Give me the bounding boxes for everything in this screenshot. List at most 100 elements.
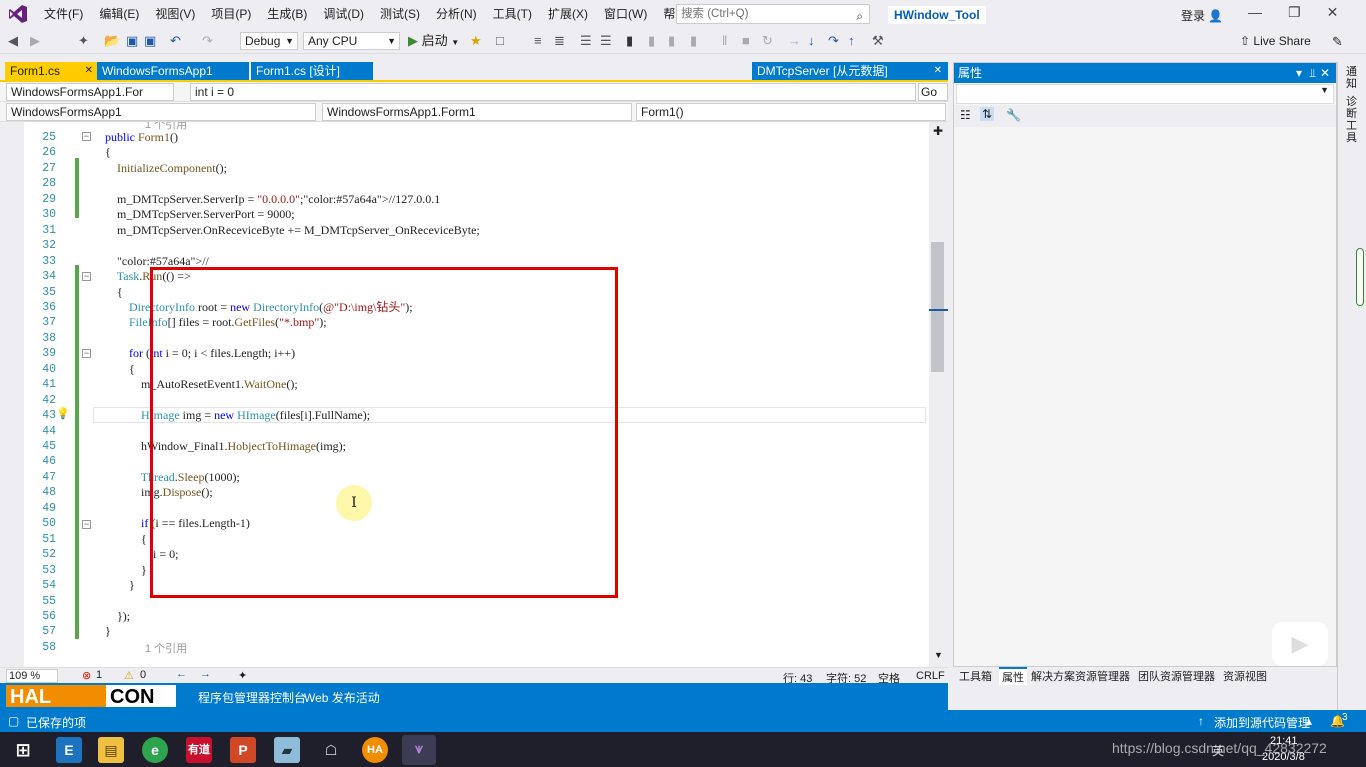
warning-count[interactable]: 0 [140,669,146,681]
live-share-button[interactable]: ⇧ Live Share [1240,34,1311,48]
menu-analyze[interactable]: 分析(N) [428,0,485,28]
class-select[interactable]: WindowsFormsApp1.Form1 [322,103,632,121]
clock-date[interactable]: 2020/3/8 [1262,751,1305,763]
tab-dmtcpserver[interactable]: DMTcpServer [从元数据] ✕ [752,62,948,80]
menu-window[interactable]: 窗口(W) [596,0,655,28]
login-button[interactable]: 登录 👤 [1181,7,1223,24]
uncomment-icon[interactable]: ≣ [554,31,565,51]
error-count[interactable]: 1 [96,669,102,681]
add-source-control[interactable]: 添加到源代码管理 [1214,714,1310,731]
bookmark-next-icon[interactable]: ▮ [668,31,675,51]
step-out-icon[interactable]: ↑ [848,31,855,51]
menu-project[interactable]: 项目(P) [203,0,259,28]
fold-toggle[interactable]: − [82,349,91,358]
open-folder-icon[interactable]: 📂 [104,31,120,51]
cleanup-icon[interactable]: ✦ [238,669,247,682]
dropdown-icon[interactable]: ▾ [1296,63,1302,83]
scope-select[interactable]: WindowsFormsApp1.For [6,83,174,101]
browser-link-icon[interactable]: ★ [470,31,482,51]
browser-icon[interactable]: e [142,737,168,763]
fold-toggle[interactable]: − [82,520,91,529]
outdent-icon[interactable]: ☰ [600,31,612,51]
editor-scrollbar[interactable]: ✚ ▼ [929,122,948,667]
restart-icon[interactable]: ↻ [762,31,773,51]
tab-resource-view[interactable]: 资源视图 [1223,668,1267,684]
tab-windowsformsapp1[interactable]: WindowsFormsApp1 [97,62,249,80]
search-input[interactable]: 搜索 (Ctrl+Q) ⌕ [676,4,870,24]
code-line[interactable]: { [93,145,111,161]
go-button[interactable]: Go [918,83,948,101]
code-line[interactable]: hWindow_Final1.HobjectToHimage(img); [93,439,346,455]
tab-form1-cs[interactable]: Form1.cs ✕ [5,62,97,80]
code-line[interactable]: m_AutoResetEvent1.WaitOne(); [93,377,298,393]
file-explorer-icon[interactable]: ▤ [98,737,124,763]
tab-notifications[interactable]: 通知 [1346,66,1360,90]
network-icon[interactable]: ☖ [318,737,344,763]
categorized-icon[interactable]: ☷ [960,108,971,122]
split-icon[interactable]: ✚ [933,124,943,138]
edge-icon[interactable]: E [56,737,82,763]
minimize-icon[interactable]: — [1248,4,1262,21]
ime-language[interactable]: 英 [1212,742,1224,759]
fold-toggle[interactable]: − [82,132,91,141]
code-line[interactable]: { [93,285,123,301]
close-icon[interactable]: ✕ [1320,63,1330,83]
save-icon[interactable]: ▣ [126,31,138,51]
halcon-app-icon[interactable]: HA [362,737,388,763]
code-line[interactable]: } [93,563,147,579]
back-icon[interactable]: ◀ [8,31,18,51]
platform-select[interactable]: Any CPU ▼ [303,32,400,50]
menu-file[interactable]: 文件(F) [36,0,91,28]
scroll-down-icon[interactable]: ▼ [934,650,943,660]
restore-icon[interactable]: ❐ [1288,4,1301,21]
undo-icon[interactable]: ↶ [170,31,181,51]
code-line[interactable]: Task.Run(() => [93,269,191,285]
menu-debug[interactable]: 调试(D) [315,0,372,28]
code-line[interactable]: }); [93,609,130,625]
tab-team-explorer[interactable]: 团队资源管理器 [1138,668,1215,684]
tab-web-publish[interactable]: Web 发布活动 [304,689,380,706]
wrench-icon[interactable]: 🔧 [1006,108,1021,122]
tab-properties[interactable]: 属性 [999,667,1027,685]
code-line[interactable]: for (int i = 0; i < files.Length; i++) [93,346,295,362]
method-select[interactable]: Form1() [636,103,946,121]
search-icon[interactable]: ⌕ [856,7,863,25]
redo-icon[interactable]: ↷ [202,31,213,51]
stop-icon[interactable]: ■ [742,31,750,51]
visual-studio-logo-icon[interactable] [0,0,36,28]
code-line[interactable]: img.Dispose(); [93,485,213,501]
code-line[interactable]: DirectoryInfo root = new DirectoryInfo(@… [93,300,413,316]
code-line[interactable]: InitializeComponent(); [93,161,227,177]
nav-back-icon[interactable]: ← [176,668,187,680]
step-over-icon[interactable]: ↷ [828,31,839,51]
code-line[interactable]: } [93,624,111,640]
chevron-up-icon[interactable]: ▴ [1306,714,1312,728]
bookmark-clear-icon[interactable]: ▮ [690,31,697,51]
bookmark-icon[interactable]: ▮ [626,31,633,51]
tab-solution-explorer[interactable]: 解决方案资源管理器 [1031,668,1130,684]
save-all-icon[interactable]: ▣ [144,31,156,51]
code-editor[interactable]: 25 1 个引用 public Form1() 26 {27 InitializeC… [0,122,929,667]
youdao-icon[interactable]: 有道 [186,737,212,763]
menu-build[interactable]: 生成(B) [259,0,315,28]
nav-forward-icon[interactable]: → [200,668,211,680]
pause-icon[interactable]: ‖ [722,31,727,51]
new-project-icon[interactable]: ✦ [78,31,89,51]
close-icon[interactable]: ✕ [85,62,93,80]
format-icon[interactable]: ☰ [580,31,592,51]
close-icon[interactable]: ✕ [934,62,942,80]
code-line[interactable]: i = 0; [93,547,178,563]
pin-icon[interactable]: ⫫ [1309,63,1316,83]
menu-edit[interactable]: 编辑(E) [91,0,147,28]
notes-icon[interactable]: ▰ [274,737,300,763]
forward-icon[interactable]: ▶ [30,31,40,51]
object-select[interactable]: ▼ [956,84,1334,104]
code-line[interactable]: { [93,532,147,548]
close-icon[interactable]: ✕ [1327,4,1339,21]
member-select[interactable]: int i = 0 [190,83,916,101]
tab-toolbox[interactable]: 工具箱 [959,668,992,684]
menu-tools[interactable]: 工具(T) [485,0,540,28]
menu-extensions[interactable]: 扩展(X) [540,0,596,28]
video-play-icon[interactable]: ▶ [1272,622,1328,666]
powerpoint-icon[interactable]: P [230,737,256,763]
